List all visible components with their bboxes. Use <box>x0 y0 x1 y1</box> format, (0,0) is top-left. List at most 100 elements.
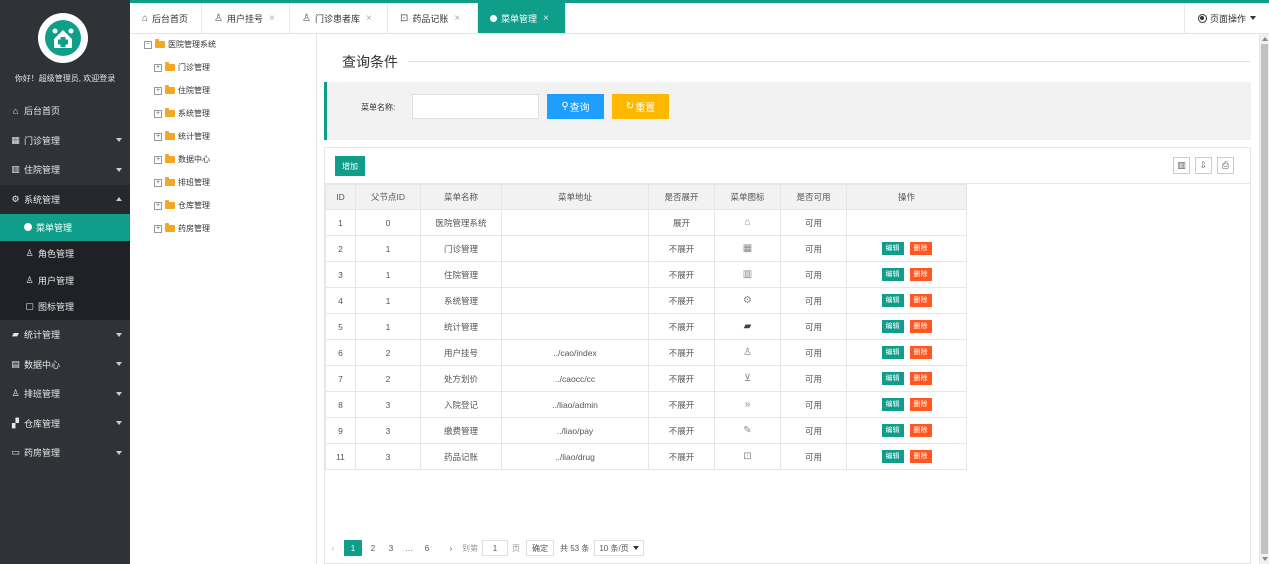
delete-button[interactable]: 删除 <box>909 268 932 281</box>
sidebar-subitem-user[interactable]: ♙ 用户管理 <box>0 267 130 294</box>
scroll-down-icon[interactable] <box>1262 557 1268 561</box>
print-icon[interactable]: ⎙ <box>1217 157 1234 174</box>
page-3[interactable]: 3 <box>384 540 398 556</box>
table-row[interactable]: 6 2 用户挂号 ../cao/index 不展开 ♙ 可用 编辑 删除 <box>325 339 967 366</box>
export-icon[interactable]: ⇩ <box>1195 157 1212 174</box>
sidebar-subitem-icon[interactable]: ▢ 图标管理 <box>0 294 130 321</box>
columns-filter-icon[interactable]: ▥ <box>1173 157 1190 174</box>
edit-button[interactable]: 编辑 <box>881 242 904 255</box>
expand-icon[interactable]: + <box>154 109 162 118</box>
edit-button[interactable]: 编辑 <box>881 320 904 333</box>
page-2[interactable]: 2 <box>366 540 380 556</box>
expand-icon[interactable]: + <box>154 224 162 233</box>
tab-drug-accounting[interactable]: ⊡ 药品记账 × <box>388 3 478 33</box>
expand-icon[interactable]: + <box>154 132 162 141</box>
close-icon[interactable]: × <box>366 13 372 24</box>
close-icon[interactable]: × <box>543 13 549 24</box>
page-1[interactable]: 1 <box>344 540 362 556</box>
add-button[interactable]: 增加 <box>335 156 365 176</box>
sidebar-item-statistics[interactable]: ▰ 统计管理 <box>0 320 130 350</box>
edit-button[interactable]: 编辑 <box>881 294 904 307</box>
col-operations[interactable]: 操作 <box>846 184 967 210</box>
sidebar-subitem-role[interactable]: ♙ 角色管理 <box>0 241 130 268</box>
table-row[interactable]: 3 1 住院管理 不展开 ▥ 可用 编辑 删除 <box>325 261 967 288</box>
delete-button[interactable]: 删除 <box>909 294 932 307</box>
col-menu-name[interactable]: 菜单名称 <box>420 184 502 210</box>
sidebar-item-system[interactable]: ⚙ 系统管理 <box>0 184 130 214</box>
tree-node[interactable]: + 系统管理 <box>154 108 210 119</box>
col-id[interactable]: ID <box>325 184 356 210</box>
prev-page-icon[interactable]: ‹ <box>326 540 340 556</box>
vertical-scrollbar[interactable] <box>1259 34 1269 564</box>
expand-icon[interactable]: + <box>154 155 162 164</box>
collapse-icon[interactable]: − <box>144 40 152 49</box>
col-usable[interactable]: 是否可用 <box>780 184 847 210</box>
col-expand[interactable]: 是否展开 <box>648 184 715 210</box>
tree-node[interactable]: + 排班管理 <box>154 177 210 188</box>
expand-icon[interactable]: + <box>154 86 162 95</box>
table-row[interactable]: 8 3 入院登记 ../liao/admin 不展开 » 可用 编辑 删除 <box>325 391 967 418</box>
edit-button[interactable]: 编辑 <box>881 346 904 359</box>
sidebar-item-pharmacy[interactable]: ▭ 药房管理 <box>0 438 130 468</box>
expand-icon[interactable]: + <box>154 178 162 187</box>
edit-button[interactable]: 编辑 <box>881 398 904 411</box>
delete-button[interactable]: 删除 <box>909 450 932 463</box>
table-row[interactable]: 4 1 系统管理 不展开 ⚙ 可用 编辑 删除 <box>325 287 967 314</box>
edit-button[interactable]: 编辑 <box>881 372 904 385</box>
goto-confirm-button[interactable]: 确定 <box>526 540 554 556</box>
scrollbar-thumb[interactable] <box>1261 44 1268 554</box>
delete-button[interactable]: 删除 <box>909 320 932 333</box>
delete-button[interactable]: 删除 <box>909 346 932 359</box>
tree-node[interactable]: + 住院管理 <box>154 85 210 96</box>
cell-parent-id: 1 <box>355 313 421 340</box>
tab-home[interactable]: ⌂ 后台首页 <box>130 3 202 33</box>
tree-node-root[interactable]: − 医院管理系统 <box>144 39 216 50</box>
delete-button[interactable]: 删除 <box>909 242 932 255</box>
expand-icon[interactable]: + <box>154 63 162 72</box>
reset-button[interactable]: ↻ 重置 <box>612 94 669 119</box>
goto-page-input[interactable]: 1 <box>482 540 508 556</box>
user-icon: ♙ <box>743 347 752 358</box>
sidebar-item-home[interactable]: ⌂ 后台首页 <box>0 96 130 126</box>
col-menu-url[interactable]: 菜单地址 <box>501 184 649 210</box>
tree-node[interactable]: + 统计管理 <box>154 131 210 142</box>
table-row[interactable]: 9 3 缴费管理 ../liao/pay 不展开 ✎ 可用 编辑 删除 <box>325 417 967 444</box>
expand-icon[interactable]: + <box>154 201 162 210</box>
sidebar-item-warehouse[interactable]: ▞ 仓库管理 <box>0 409 130 439</box>
close-icon[interactable]: × <box>454 13 460 24</box>
tree-node[interactable]: + 药房管理 <box>154 223 210 234</box>
tab-registration[interactable]: ♙ 用户挂号 × <box>202 3 290 33</box>
close-icon[interactable]: × <box>269 13 275 24</box>
col-menu-icon[interactable]: 菜单图标 <box>714 184 781 210</box>
menu-name-input[interactable] <box>412 94 539 119</box>
sidebar-subitem-menu[interactable]: 菜单管理 <box>0 214 130 241</box>
table-row[interactable]: 7 2 处方划价 ../caocc/cc 不展开 ⊻ 可用 编辑 删除 <box>325 365 967 392</box>
edit-button[interactable]: 编辑 <box>881 268 904 281</box>
delete-button[interactable]: 删除 <box>909 372 932 385</box>
page-operations-dropdown[interactable]: 页面操作 <box>1184 3 1269 33</box>
tree-node[interactable]: + 数据中心 <box>154 154 210 165</box>
sidebar-item-inpatient[interactable]: ▥ 住院管理 <box>0 155 130 185</box>
tab-outpatient-db[interactable]: ♙ 门诊患者库 × <box>290 3 388 33</box>
col-parent-id[interactable]: 父节点ID <box>355 184 421 210</box>
search-button[interactable]: ⚲ 查询 <box>547 94 604 119</box>
table-row[interactable]: 5 1 统计管理 不展开 ▰ 可用 编辑 删除 <box>325 313 967 340</box>
sidebar-item-schedule[interactable]: ♙ 排班管理 <box>0 379 130 409</box>
edit-button[interactable]: 编辑 <box>881 450 904 463</box>
scroll-up-icon[interactable] <box>1262 37 1268 41</box>
sidebar-item-outpatient[interactable]: ▦ 门诊管理 <box>0 126 130 156</box>
page-size-select[interactable]: 10 条/页 <box>594 540 644 556</box>
page-6[interactable]: 6 <box>420 540 434 556</box>
table-row[interactable]: 11 3 药品记账 ../liao/drug 不展开 ⊡ 可用 编辑 删除 <box>325 443 967 470</box>
table-row[interactable]: 1 0 医院管理系统 展开 ⌂ 可用 <box>325 209 967 236</box>
delete-button[interactable]: 删除 <box>909 398 932 411</box>
table-row[interactable]: 2 1 门诊管理 不展开 ▦ 可用 编辑 删除 <box>325 235 967 262</box>
tab-menu-management[interactable]: 菜单管理 × <box>478 3 566 33</box>
tree-node[interactable]: + 门诊管理 <box>154 62 210 73</box>
edit-button[interactable]: 编辑 <box>881 424 904 437</box>
chevron-down-icon <box>116 138 122 143</box>
delete-button[interactable]: 删除 <box>909 424 932 437</box>
sidebar-item-data-center[interactable]: ▤ 数据中心 <box>0 350 130 380</box>
next-page-icon[interactable]: › <box>444 540 458 556</box>
tree-node[interactable]: + 仓库管理 <box>154 200 210 211</box>
